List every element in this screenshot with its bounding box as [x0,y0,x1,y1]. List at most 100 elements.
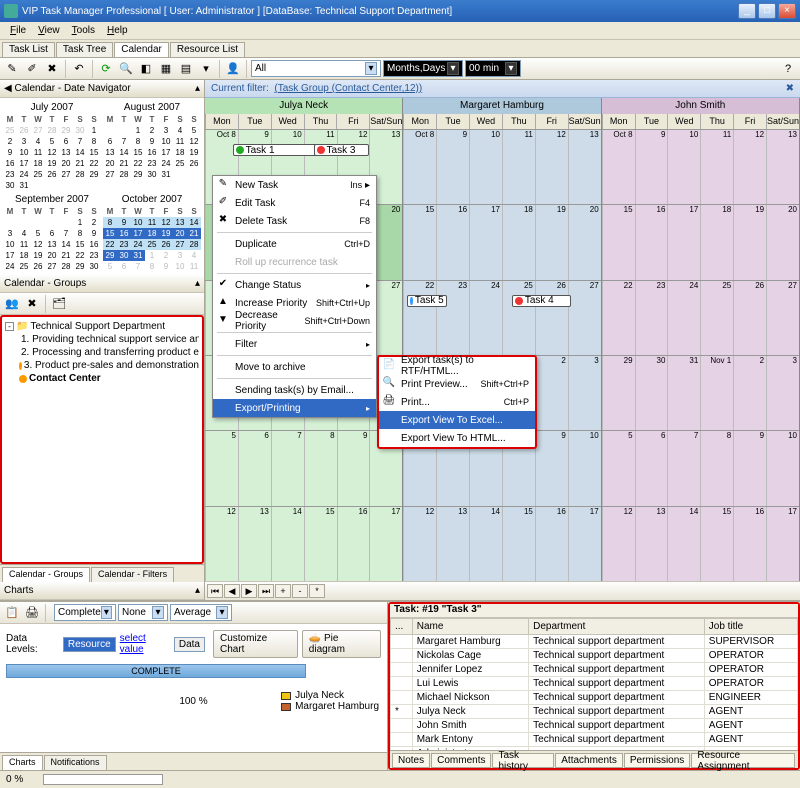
tab-task-tree[interactable]: Task Tree [56,42,113,57]
chart-combo-none[interactable]: None▾ [118,604,168,621]
detail-tab[interactable]: Permissions [624,753,690,768]
table-row[interactable]: John SmithTechnical support departmentAG… [391,719,798,733]
ctx-rollup[interactable]: Roll up recurrence task [213,253,376,271]
sub-print-preview[interactable]: 🔍Print Preview...Shift+Ctrl+P [379,375,535,393]
chart-copy-icon[interactable]: 📋 [3,604,21,622]
tab-calendar-groups[interactable]: Calendar - Groups [2,567,90,582]
sub-export-excel[interactable]: Export View To Excel... [379,411,535,429]
export-submenu[interactable]: 📄Export task(s) to RTF/HTML... 🔍Print Pr… [377,355,537,449]
tab-task-list[interactable]: Task List [2,42,55,57]
group-del-icon[interactable]: ✖ [23,295,41,313]
calendar-task[interactable]: Task 4 [512,295,571,307]
ctx-archive[interactable]: Move to archive [213,358,376,376]
left-panel: ◀ Calendar - Date Navigator ▴ July 2007M… [0,80,205,600]
group-add-icon[interactable]: 👥 [3,295,21,313]
tab-calendar-filters[interactable]: Calendar - Filters [91,567,174,582]
minute-combo[interactable]: 00 min▾ [465,60,521,77]
minimize-button[interactable]: _ [738,3,756,19]
nav-prev-icon[interactable]: ◀ [224,584,240,598]
ctx-duplicate[interactable]: DuplicateCtrl+D [213,235,376,253]
table-row[interactable]: Margaret HamburgTechnical support depart… [391,635,798,649]
detail-tab[interactable]: Notes [392,753,430,768]
mini-calendars[interactable]: July 2007MTWTFSS252627282930123456789101… [0,98,204,275]
sub-export-rtf[interactable]: 📄Export task(s) to RTF/HTML... [379,357,535,375]
detail-tab[interactable]: Resource Assignment [691,753,795,768]
sub-export-html[interactable]: Export View To HTML... [379,429,535,447]
tree-item[interactable]: 1. Providing technical support service a… [21,334,199,345]
ctx-dec-priority[interactable]: ▼Decrease PriorityShift+Ctrl+Down [213,312,376,330]
zoom-in-icon[interactable]: 🔍 [117,60,135,78]
expand-icon[interactable]: - [5,322,14,331]
refresh-icon[interactable]: ⟳ [97,60,115,78]
collapse-icon[interactable]: ▴ [195,83,200,94]
chart-combo-complete[interactable]: Complete▾ [54,604,116,621]
close-button[interactable]: × [778,3,796,19]
menu-view[interactable]: View [32,24,66,37]
resource-icon[interactable]: 👤 [224,60,242,78]
chip-data[interactable]: Data [174,637,205,652]
pie-diagram-button[interactable]: 🥧 Pie diagram [302,630,381,658]
tab-notifications[interactable]: Notifications [44,755,107,770]
ctx-export-printing[interactable]: Export/Printing▸ [213,399,376,417]
customize-chart-button[interactable]: Customize Chart [213,630,298,658]
calendar-task[interactable]: Task 3 [314,144,369,156]
detail-tab[interactable]: Task history [492,753,554,768]
ctx-delete-task[interactable]: ✖Delete TaskF8 [213,212,376,230]
ctx-edit-task[interactable]: ✐Edit TaskF4 [213,194,376,212]
workday-icon[interactable]: ◧ [137,60,155,78]
tree-item-selected[interactable]: Contact Center [29,373,101,384]
chart-print-icon[interactable]: 🖨 [23,604,41,622]
table-row[interactable]: Michael NicksonTechnical support departm… [391,691,798,705]
ctx-email[interactable]: Sending task(s) by Email... [213,381,376,399]
resource-header: Julya Neck [205,98,402,114]
group-refresh-icon[interactable]: 🗂 [50,295,68,313]
new-task-icon[interactable]: ✎ [3,60,21,78]
table-row[interactable]: Jennifer LopezTechnical support departme… [391,663,798,677]
tree-root[interactable]: Technical Support Department [30,321,165,332]
tree-item[interactable]: 3. Product pre-sales and demonstration [24,360,199,371]
chart-combo-avg[interactable]: Average▾ [170,604,232,621]
resource-table[interactable]: ...NameDepartmentJob titleMargaret Hambu… [390,618,798,750]
timeline-icon[interactable]: ▤ [177,60,195,78]
help-icon[interactable]: ? [779,60,797,78]
tab-charts[interactable]: Charts [2,755,43,770]
unit-combo[interactable]: Months,Days▾ [383,60,463,77]
collapse-charts-icon[interactable]: ▴ [195,585,200,596]
filter-clear-icon[interactable]: ✖ [786,83,794,94]
nav-first-icon[interactable]: ⏮ [207,584,223,598]
nav-last-icon[interactable]: ⏭ [258,584,274,598]
collapse-groups-icon[interactable]: ▴ [195,278,200,289]
delete-task-icon[interactable]: ✖ [43,60,61,78]
tab-calendar[interactable]: Calendar [114,42,169,57]
nav-minus-icon[interactable]: - [292,584,308,598]
filter-combo[interactable]: All▾ [251,60,381,77]
tab-resource-list[interactable]: Resource List [170,42,245,57]
fullday-icon[interactable]: ▦ [157,60,175,78]
menu-tools[interactable]: Tools [66,24,101,37]
menu-help[interactable]: Help [101,24,134,37]
context-menu[interactable]: ✎New TaskIns ▸ ✐Edit TaskF4 ✖Delete Task… [212,175,377,418]
drop-icon[interactable]: ▾ [197,60,215,78]
groups-tree[interactable]: -📁Technical Support Department 1. Provid… [0,315,204,564]
detail-tab[interactable]: Comments [431,753,491,768]
link-select-value[interactable]: select value [120,633,170,655]
nav-add-icon[interactable]: + [275,584,291,598]
chip-resource[interactable]: Resource [63,637,116,652]
calendar-task[interactable]: Task 5 [407,295,446,307]
ctx-new-task[interactable]: ✎New TaskIns ▸ [213,176,376,194]
nav-next-icon[interactable]: ▶ [241,584,257,598]
ctx-filter[interactable]: Filter▸ [213,335,376,353]
nav-star-icon[interactable]: * [309,584,325,598]
undo-icon[interactable]: ↶ [70,60,88,78]
table-row[interactable]: *Julya NeckTechnical support departmentA… [391,705,798,719]
ctx-change-status[interactable]: ✔Change Status▸ [213,276,376,294]
edit-task-icon[interactable]: ✐ [23,60,41,78]
table-row[interactable]: Mark EntonyTechnical support departmentA… [391,733,798,747]
menu-file[interactable]: File [4,24,32,37]
sub-print[interactable]: 🖨Print...Ctrl+P [379,393,535,411]
table-row[interactable]: Lui LewisTechnical support departmentOPE… [391,677,798,691]
detail-tab[interactable]: Attachments [555,753,623,768]
table-row[interactable]: Nickolas CageTechnical support departmen… [391,649,798,663]
maximize-button[interactable]: □ [758,3,776,19]
tree-item[interactable]: 2. Processing and transferring product e… [21,347,199,358]
